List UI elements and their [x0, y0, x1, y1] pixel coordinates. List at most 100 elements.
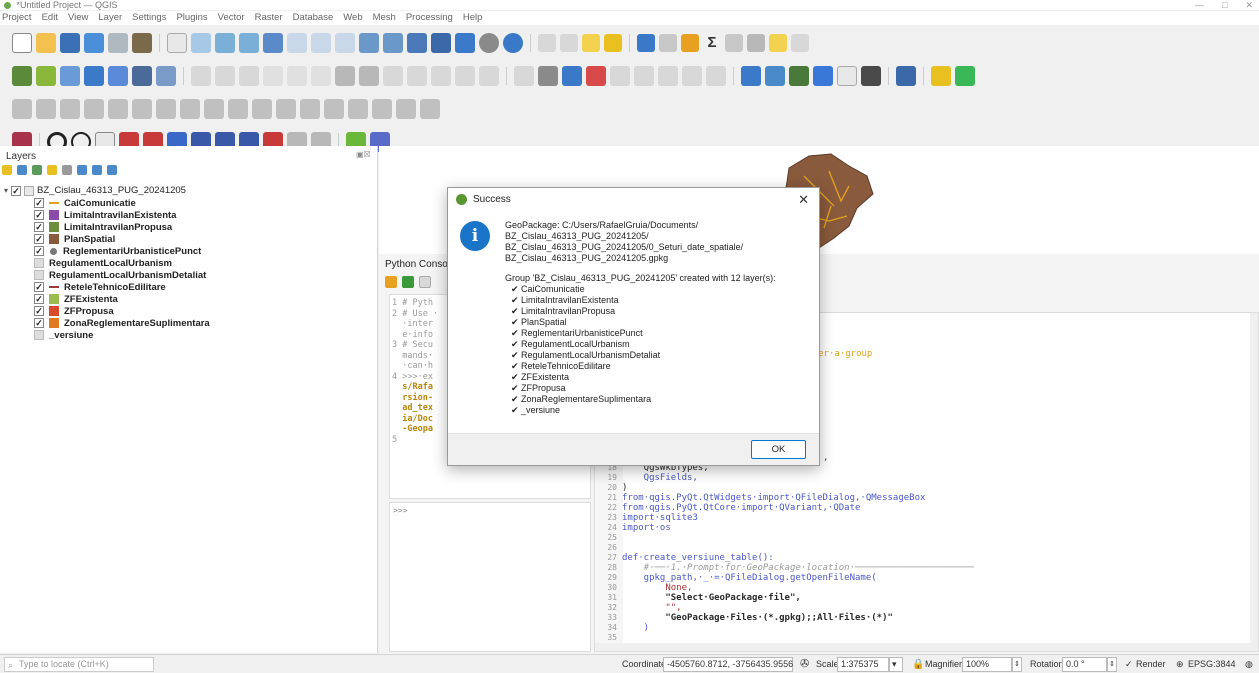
merge-attributes-icon[interactable]	[372, 99, 392, 119]
measure-icon[interactable]	[725, 34, 743, 52]
paste-features-icon[interactable]	[431, 66, 451, 86]
python-console-icon[interactable]	[861, 66, 881, 86]
annotation-icon[interactable]	[769, 34, 787, 52]
rotation-spin-icon[interactable]: ⇕	[1107, 657, 1117, 672]
select-features-icon[interactable]	[560, 34, 578, 52]
render-checkbox-icon[interactable]: ✓	[1125, 657, 1133, 672]
clear-console-icon[interactable]	[385, 276, 397, 288]
layer-checkbox[interactable]: ✓	[34, 318, 44, 328]
menu-edit[interactable]: Edit	[42, 11, 58, 25]
attribute-table-icon[interactable]	[659, 34, 677, 52]
add-wfs-icon[interactable]	[156, 66, 176, 86]
menu-web[interactable]: Web	[343, 11, 362, 25]
menu-database[interactable]: Database	[293, 11, 334, 25]
layer-item[interactable]: ✓ ZFPropusa	[0, 305, 378, 317]
move-feature-icon[interactable]	[36, 99, 56, 119]
messages-icon[interactable]: ◍	[1245, 657, 1253, 672]
magnifier-spin-icon[interactable]: ⇕	[1012, 657, 1022, 672]
crs-globe-icon[interactable]: ⊕	[1176, 657, 1184, 672]
merge-features-icon[interactable]	[348, 99, 368, 119]
open-project-icon[interactable]	[36, 33, 56, 53]
change-label-icon[interactable]	[682, 66, 702, 86]
ok-button[interactable]: OK	[751, 440, 806, 459]
layer-checkbox[interactable]: ✓	[34, 282, 44, 292]
data-source-manager-icon[interactable]	[12, 66, 32, 86]
magnifier-field[interactable]: 100%	[962, 657, 1012, 672]
save-project-icon[interactable]	[60, 33, 80, 53]
layer-item[interactable]: RegulamentLocalUrbanism	[0, 257, 378, 269]
layer-checkbox[interactable]: ✓	[34, 222, 44, 232]
zoom-out-icon[interactable]	[239, 33, 259, 53]
rotate-symbols-icon[interactable]	[396, 99, 416, 119]
field-calculator-icon[interactable]	[681, 34, 699, 52]
layer-checkbox[interactable]: ✓	[34, 306, 44, 316]
pan-icon[interactable]	[167, 33, 187, 53]
layer-group[interactable]: ▾ ✓ BZ_Cislau_46313_PUG_20241205	[0, 184, 378, 197]
plugin-help-icon[interactable]	[896, 66, 916, 86]
zoom-layer-icon[interactable]	[311, 33, 331, 53]
show-editor-icon[interactable]	[419, 276, 431, 288]
menu-processing[interactable]: Processing	[406, 11, 453, 25]
edit-in-place-icon[interactable]	[837, 66, 857, 86]
layer-checkbox[interactable]: ✓	[34, 294, 44, 304]
rotate-feature-icon[interactable]	[60, 99, 80, 119]
delete-part-icon[interactable]	[204, 99, 224, 119]
delete-ring-icon[interactable]	[180, 99, 200, 119]
maximize-button[interactable]: □	[1222, 0, 1227, 10]
menu-mesh[interactable]: Mesh	[373, 11, 396, 25]
layer-item[interactable]: ✓ LimitaIntravilanPropusa	[0, 221, 378, 233]
add-polygon-icon[interactable]	[311, 66, 331, 86]
cut-features-icon[interactable]	[383, 66, 403, 86]
toggle-editing-icon[interactable]	[215, 66, 235, 86]
edit-pencil-icon[interactable]	[191, 66, 211, 86]
add-raster-layer-icon[interactable]	[60, 66, 80, 86]
menu-help[interactable]: Help	[463, 11, 483, 25]
zoom-selection-icon[interactable]	[287, 33, 307, 53]
collapse-arrow-icon[interactable]: ▾	[4, 186, 8, 195]
toggle-extents-icon[interactable]: ✇	[800, 657, 809, 672]
layer-labeling-icon[interactable]	[562, 66, 582, 86]
add-wms-icon[interactable]	[132, 66, 152, 86]
rotate-label-icon[interactable]	[658, 66, 678, 86]
open-styling-icon[interactable]	[2, 165, 12, 175]
reverse-line-icon[interactable]	[276, 99, 296, 119]
identify-icon[interactable]	[538, 34, 556, 52]
rotation-field[interactable]: 0.0 °	[1062, 657, 1107, 672]
add-ring-icon[interactable]	[108, 99, 128, 119]
menu-project[interactable]: Project	[2, 11, 32, 25]
layer-item[interactable]: ✓ ReglementariUrbanisticePunct	[0, 245, 378, 257]
layer-item[interactable]: ✓ LimitaIntravilanExistenta	[0, 209, 378, 221]
crs-label[interactable]: EPSG:3844	[1188, 657, 1236, 672]
layer-checkbox[interactable]: ✓	[34, 198, 44, 208]
clock-icon[interactable]	[479, 33, 499, 53]
remove-layer-icon[interactable]	[107, 165, 117, 175]
menu-layer[interactable]: Layer	[98, 11, 122, 25]
processing-toolbox-icon[interactable]	[741, 66, 761, 86]
new-shapefile-icon[interactable]	[84, 66, 104, 86]
manage-themes-icon[interactable]	[32, 165, 42, 175]
cad-icon[interactable]	[12, 99, 32, 119]
layer-item[interactable]: _versiune	[0, 329, 378, 341]
print-layout-icon[interactable]	[108, 33, 128, 53]
zoom-next-icon[interactable]	[383, 33, 403, 53]
fill-ring-icon[interactable]	[156, 99, 176, 119]
statistics-icon[interactable]: Σ	[703, 34, 721, 52]
save-as-icon[interactable]	[84, 33, 104, 53]
offset-symbols-icon[interactable]	[420, 99, 440, 119]
layer-checkbox[interactable]: ✓	[34, 246, 44, 256]
locator-input[interactable]: ⌕ Type to locate (Ctrl+K)	[4, 657, 154, 672]
zoom-in-icon[interactable]	[215, 33, 235, 53]
simplify-icon[interactable]	[84, 99, 104, 119]
layer-item[interactable]: ✓ ZonaReglementareSuplimentara	[0, 317, 378, 329]
offset-curve-icon[interactable]	[252, 99, 272, 119]
menu-settings[interactable]: Settings	[132, 11, 166, 25]
delete-selected-icon[interactable]	[359, 66, 379, 86]
add-part-icon[interactable]	[132, 99, 152, 119]
history-icon[interactable]	[789, 66, 809, 86]
layer-item[interactable]: ✓ CaiComunicatie	[0, 197, 378, 209]
editor-vertical-scrollbar[interactable]	[1250, 313, 1258, 651]
scale-dropdown-icon[interactable]: ▾	[889, 657, 903, 672]
console-input[interactable]: >>>	[389, 502, 591, 652]
graphical-modeler-icon[interactable]	[765, 66, 785, 86]
label-toolbar-icon[interactable]	[514, 66, 534, 86]
